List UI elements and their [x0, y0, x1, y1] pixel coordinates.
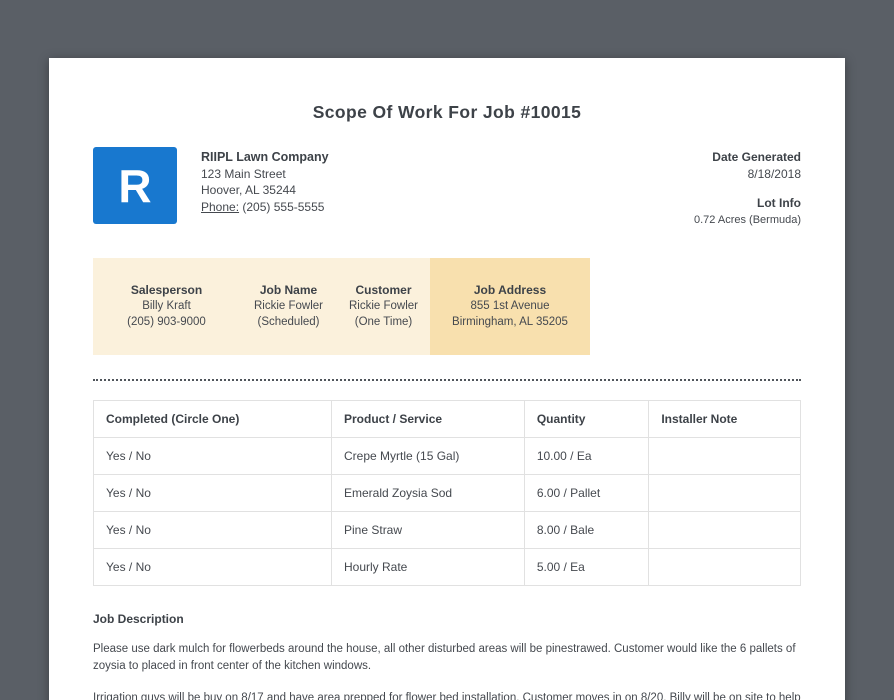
- summary-col-customer: Customer Rickie Fowler (One Time): [337, 258, 430, 355]
- installer-note-cell: [648, 511, 801, 549]
- document-meta: Date Generated 8/18/2018 Lot Info 0.72 A…: [694, 147, 801, 228]
- quantity-cell: 10.00 / Ea: [523, 437, 650, 475]
- quantity-cell: 5.00 / Ea: [523, 548, 650, 586]
- job-summary-band: Salesperson Billy Kraft (205) 903-9000 J…: [93, 258, 801, 355]
- table-row: Yes / No Crepe Myrtle (15 Gal) 10.00 / E…: [93, 437, 801, 475]
- salesperson-label: Salesperson: [130, 283, 203, 297]
- header-row: Completed (Circle One) Product / Service…: [93, 400, 801, 438]
- phone-number: (205) 555-5555: [242, 199, 325, 214]
- job-name-value: Rickie Fowler: [253, 300, 323, 312]
- logo-letter: R: [118, 159, 152, 212]
- table-row: Yes / No Emerald Zoysia Sod 6.00 / Palle…: [93, 474, 801, 512]
- completed-cell: Yes / No: [93, 474, 332, 512]
- scope-table-body: Yes / No Crepe Myrtle (15 Gal) 10.00 / E…: [93, 437, 801, 586]
- customer-type: (One Time): [354, 316, 413, 328]
- job-description-section: Job Description Please use dark mulch fo…: [93, 612, 801, 700]
- pdf-viewer-background: Scope Of Work For Job #10015 R RIIPL Law…: [0, 0, 894, 700]
- installer-note-cell: [648, 437, 801, 475]
- scope-table-head: Completed (Circle One) Product / Service…: [93, 400, 801, 438]
- quantity-cell: 8.00 / Bale: [523, 511, 650, 549]
- document-page: Scope Of Work For Job #10015 R RIIPL Law…: [49, 58, 845, 700]
- job-description-paragraph: Irrigation guys will be buy on 8/17 and …: [93, 692, 801, 700]
- job-description-heading: Job Description: [93, 612, 184, 626]
- scope-table: Completed (Circle One) Product / Service…: [93, 400, 801, 586]
- table-row: Yes / No Hourly Rate 5.00 / Ea: [93, 548, 801, 586]
- column-header-completed: Completed (Circle One): [93, 400, 332, 438]
- job-name-label: Job Name: [259, 283, 318, 297]
- company-phone: Phone: (205) 555-5555: [201, 199, 329, 216]
- company-address-line1: 123 Main Street: [201, 166, 286, 181]
- completed-cell: Yes / No: [93, 511, 332, 549]
- product-cell: Emerald Zoysia Sod: [331, 474, 525, 512]
- column-header-product: Product / Service: [331, 400, 525, 438]
- salesperson-phone: (205) 903-9000: [127, 316, 206, 328]
- lot-info-value: 0.72 Acres (Bermuda): [694, 213, 801, 226]
- lot-info-label: Lot Info: [757, 196, 801, 210]
- company-address-line2: Hoover, AL 35244: [201, 183, 296, 197]
- customer-name: Rickie Fowler: [348, 300, 418, 312]
- job-address-line2: Birmingham, AL 35205: [452, 316, 568, 328]
- phone-label: Phone:: [201, 199, 240, 214]
- customer-label: Customer: [355, 283, 412, 297]
- summary-col-job-name: Job Name Rickie Fowler (Scheduled): [240, 258, 337, 355]
- company-info: RIIPL Lawn Company 123 Main Street Hoove…: [201, 147, 329, 215]
- quantity-cell: 6.00 / Pallet: [523, 474, 650, 512]
- installer-note-cell: [648, 474, 801, 512]
- salesperson-name: Billy Kraft: [142, 300, 191, 312]
- product-cell: Hourly Rate: [331, 548, 525, 586]
- job-description-paragraph: Please use dark mulch for flowerbeds aro…: [93, 643, 796, 672]
- job-name-status: (Scheduled): [257, 316, 320, 328]
- job-address-line1: 855 1st Avenue: [470, 300, 550, 312]
- dashed-divider: [93, 379, 801, 381]
- product-cell: Pine Straw: [331, 511, 525, 549]
- page-title: Scope Of Work For Job #10015: [312, 102, 582, 122]
- company-logo: R: [93, 147, 177, 224]
- product-cell: Crepe Myrtle (15 Gal): [331, 437, 525, 475]
- document-header: R RIIPL Lawn Company 123 Main Street Hoo…: [93, 147, 801, 228]
- date-generated-label: Date Generated: [712, 150, 801, 164]
- date-generated-value: 8/18/2018: [747, 166, 801, 181]
- completed-cell: Yes / No: [93, 437, 332, 475]
- completed-cell: Yes / No: [93, 548, 332, 586]
- summary-col-job-address: Job Address 855 1st Avenue Birmingham, A…: [430, 258, 590, 355]
- column-header-installer-note: Installer Note: [648, 400, 801, 438]
- summary-col-salesperson: Salesperson Billy Kraft (205) 903-9000: [93, 258, 240, 355]
- table-row: Yes / No Pine Straw 8.00 / Bale: [93, 511, 801, 549]
- column-header-quantity: Quantity: [523, 400, 650, 438]
- company-name: RIIPL Lawn Company: [201, 150, 329, 164]
- installer-note-cell: [648, 548, 801, 586]
- job-address-label: Job Address: [473, 283, 547, 297]
